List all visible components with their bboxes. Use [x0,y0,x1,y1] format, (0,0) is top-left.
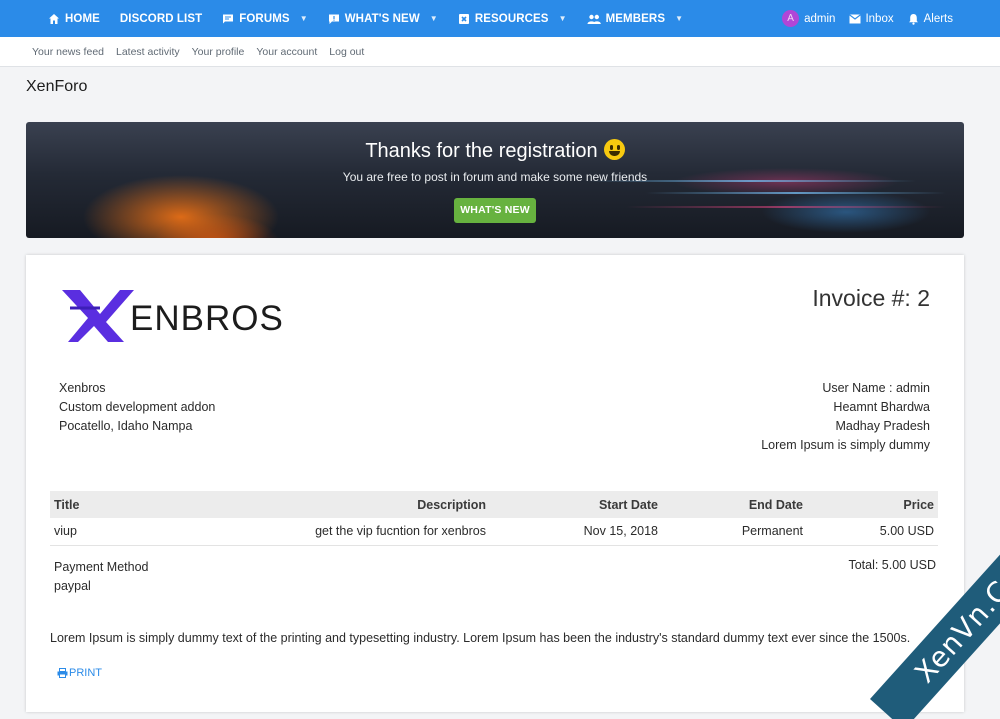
page-title: XenForo [26,78,88,95]
company-logo: ENBROS [60,288,300,344]
payment-method: Payment Method paypal [54,558,149,596]
watermark-text: XenVn.Com [907,549,1000,689]
tab-home-label: HOME [65,12,100,25]
alerts-link[interactable]: Alerts [901,13,960,25]
envelope-icon [849,13,862,24]
cell-start-date: Nov 15, 2018 [490,518,662,546]
inbox-link[interactable]: Inbox [842,13,900,25]
buyer-line: Lorem Ipsum is simply dummy [761,438,930,452]
account-nav: A admin Inbox Alerts [775,0,1000,37]
table-row: viup get the vip fucntion for xenbros No… [50,518,938,546]
xenbros-logo-mark [62,290,134,342]
seller-line: Custom development addon [59,400,216,414]
nav-tabs: HOME DISCORD LIST FORUMS ▼ WHAT'S NEW ▼ … [0,0,693,37]
banner-light-streak [646,192,946,194]
column-start-date: Start Date [490,491,662,518]
banner-title-text: Thanks for the registration [365,140,598,162]
subnav-your-account[interactable]: Your account [250,46,323,58]
smiley-icon [603,139,625,160]
invoice-card: ENBROS Invoice #: 2 Xenbros Custom devel… [26,255,964,712]
print-label: PRINT [69,667,102,679]
tab-whats-new-label: WHAT'S NEW [344,12,420,25]
payment-method-value: paypal [54,579,91,593]
resources-icon [458,13,470,25]
chevron-down-icon[interactable]: ▼ [559,14,567,23]
chevron-down-icon[interactable]: ▼ [430,14,438,23]
seller-line: Xenbros [59,381,106,395]
cell-title: viup [50,518,160,546]
subnav-log-out[interactable]: Log out [323,46,370,58]
banner-title: Thanks for the registration [26,139,964,163]
banner-light-streak [626,206,946,208]
invoice-items-table: Title Description Start Date End Date Pr… [50,491,938,546]
tab-resources[interactable]: RESOURCES ▼ [448,0,577,37]
cell-end-date: Permanent [662,518,807,546]
tab-home[interactable]: HOME [38,0,110,37]
username: admin [804,12,836,25]
column-title: Title [50,491,160,518]
tab-whats-new[interactable]: WHAT'S NEW ▼ [318,0,448,37]
seller-line: Pocatello, Idaho Nampa [59,419,193,433]
invoice-number: Invoice #: 2 [812,285,930,311]
payment-method-label: Payment Method [54,560,149,574]
top-navigation: HOME DISCORD LIST FORUMS ▼ WHAT'S NEW ▼ … [0,0,1000,37]
cell-description: get the vip fucntion for xenbros [160,518,490,546]
printer-icon [57,668,68,678]
home-icon [48,13,60,25]
subnav-news-feed[interactable]: Your news feed [26,46,110,58]
tab-forums-label: FORUMS [239,12,290,25]
tab-members-label: MEMBERS [605,12,666,25]
column-price: Price [807,491,938,518]
tab-discord-list-label: DISCORD LIST [119,12,203,25]
avatar: A [782,10,800,27]
subnav-latest-activity[interactable]: Latest activity [110,46,186,58]
tab-forums[interactable]: FORUMS ▼ [212,0,317,37]
banner-subtitle: You are free to post in forum and make s… [342,170,648,184]
inbox-label: Inbox [865,12,894,25]
watermark-ribbon: XenVn.Com [870,549,1000,719]
chevron-down-icon[interactable]: ▼ [300,14,308,23]
column-end-date: End Date [662,491,807,518]
whats-new-button[interactable]: WHAT'S NEW [454,198,536,223]
sub-navigation: Your news feed Latest activity Your prof… [0,37,1000,67]
tab-members[interactable]: MEMBERS ▼ [577,0,694,37]
subnav-your-profile[interactable]: Your profile [186,46,251,58]
buyer-line: User Name : admin [822,381,930,395]
forum-icon [222,13,234,25]
bell-icon [908,13,919,25]
invoice-notes: Lorem Ipsum is simply dummy text of the … [50,631,911,645]
seller-address: Xenbros Custom development addon Pocatel… [59,379,215,436]
buyer-line: Heamnt Bhardwa [833,400,930,414]
members-icon [587,13,601,25]
cell-price: 5.00 USD [807,518,938,546]
speech-bubble-icon [328,13,340,25]
account-menu[interactable]: A admin [775,10,842,27]
table-header-row: Title Description Start Date End Date Pr… [50,491,938,518]
buyer-address: User Name : admin Heamnt Bhardwa Madhay … [761,379,930,455]
chevron-down-icon[interactable]: ▼ [675,14,683,23]
watermark: XenVn.Com [850,549,1000,719]
column-description: Description [160,491,490,518]
alerts-label: Alerts [923,12,953,25]
logo-wordmark: ENBROS [130,298,284,338]
tab-resources-label: RESOURCES [474,12,549,25]
welcome-banner: Thanks for the registration You are free… [26,122,964,238]
buyer-line: Madhay Pradesh [835,419,930,433]
tab-discord-list[interactable]: DISCORD LIST [110,0,212,37]
print-button[interactable]: PRINT [57,667,102,679]
